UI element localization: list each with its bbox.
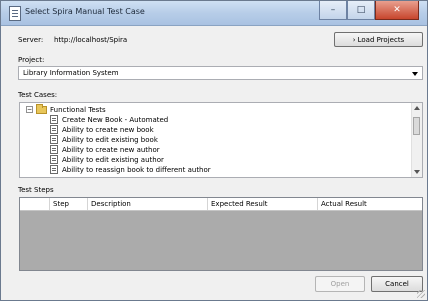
minimize-button[interactable]: – bbox=[319, 1, 347, 20]
caption-buttons: – □ ✕ bbox=[319, 1, 419, 20]
server-url: http://localhost/Spira bbox=[54, 36, 128, 44]
collapse-icon[interactable]: − bbox=[26, 106, 33, 113]
column-actual-result[interactable]: Actual Result bbox=[318, 198, 422, 210]
test-case-icon bbox=[50, 165, 58, 174]
project-selected: Library Information System bbox=[23, 69, 119, 77]
project-dropdown[interactable]: Library Information System bbox=[18, 66, 423, 80]
column-step[interactable]: Step bbox=[50, 198, 88, 210]
tree-item-label: Ability to edit existing author bbox=[62, 155, 164, 164]
test-steps-grid[interactable]: Step Description Expected Result Actual … bbox=[19, 197, 423, 271]
tree-scrollbar[interactable] bbox=[411, 103, 422, 177]
project-label: Project: bbox=[18, 56, 45, 64]
tree-item-label: Ability to reassign book to different au… bbox=[62, 165, 211, 174]
chevron-down-icon bbox=[412, 72, 418, 76]
tree-item[interactable]: Create New Book - Automated bbox=[50, 115, 168, 124]
test-case-icon bbox=[50, 145, 58, 154]
cancel-button[interactable]: Cancel bbox=[371, 276, 423, 292]
column-expected-result[interactable]: Expected Result bbox=[208, 198, 318, 210]
open-button[interactable]: Open bbox=[315, 276, 365, 292]
load-projects-label: Load Projects bbox=[357, 35, 405, 44]
scroll-down-icon[interactable] bbox=[414, 170, 420, 174]
tree-item[interactable]: Ability to edit existing author bbox=[50, 155, 164, 164]
document-icon bbox=[9, 6, 21, 21]
tree-item[interactable]: Ability to create new author bbox=[50, 145, 160, 154]
test-case-icon bbox=[50, 155, 58, 164]
folder-icon bbox=[36, 103, 47, 114]
folder-label: Functional Tests bbox=[50, 105, 106, 114]
window-title: Select Spira Manual Test Case bbox=[25, 7, 145, 16]
maximize-button[interactable]: □ bbox=[347, 1, 375, 20]
grid-header: Step Description Expected Result Actual … bbox=[20, 198, 422, 211]
tree-folder-row[interactable]: − Functional Tests bbox=[26, 103, 106, 114]
tree-item[interactable]: Ability to create new book bbox=[50, 125, 154, 134]
close-button[interactable]: ✕ bbox=[375, 1, 419, 20]
load-projects-button[interactable]: › Load Projects bbox=[334, 32, 423, 47]
scroll-thumb[interactable] bbox=[413, 117, 420, 135]
row-header-cell bbox=[20, 198, 50, 210]
arrow-icon: › bbox=[352, 35, 356, 44]
server-label: Server: bbox=[18, 36, 44, 44]
scroll-up-icon[interactable] bbox=[414, 106, 420, 110]
tree-item-label: Create New Book - Automated bbox=[62, 115, 169, 124]
test-steps-label: Test Steps bbox=[18, 186, 54, 194]
tree-item-label: Ability to create new author bbox=[62, 145, 160, 154]
resize-grip-icon[interactable] bbox=[417, 290, 425, 298]
test-cases-label: Test Cases: bbox=[18, 91, 58, 99]
test-cases-tree[interactable]: − Functional Tests Create New Book - Aut… bbox=[19, 102, 423, 178]
test-case-icon bbox=[50, 125, 58, 134]
tree-item-label: Ability to create new book bbox=[62, 125, 154, 134]
test-case-icon bbox=[50, 135, 58, 144]
column-description[interactable]: Description bbox=[88, 198, 208, 210]
tree-item[interactable]: Ability to edit existing book bbox=[50, 135, 158, 144]
select-test-case-dialog: Select Spira Manual Test Case – □ ✕ Serv… bbox=[0, 0, 428, 301]
tree-item[interactable]: Ability to reassign book to different au… bbox=[50, 165, 211, 174]
test-case-icon bbox=[50, 115, 58, 124]
title-bar[interactable]: Select Spira Manual Test Case – □ ✕ bbox=[1, 1, 427, 26]
tree-item-label: Ability to edit existing book bbox=[62, 135, 158, 144]
